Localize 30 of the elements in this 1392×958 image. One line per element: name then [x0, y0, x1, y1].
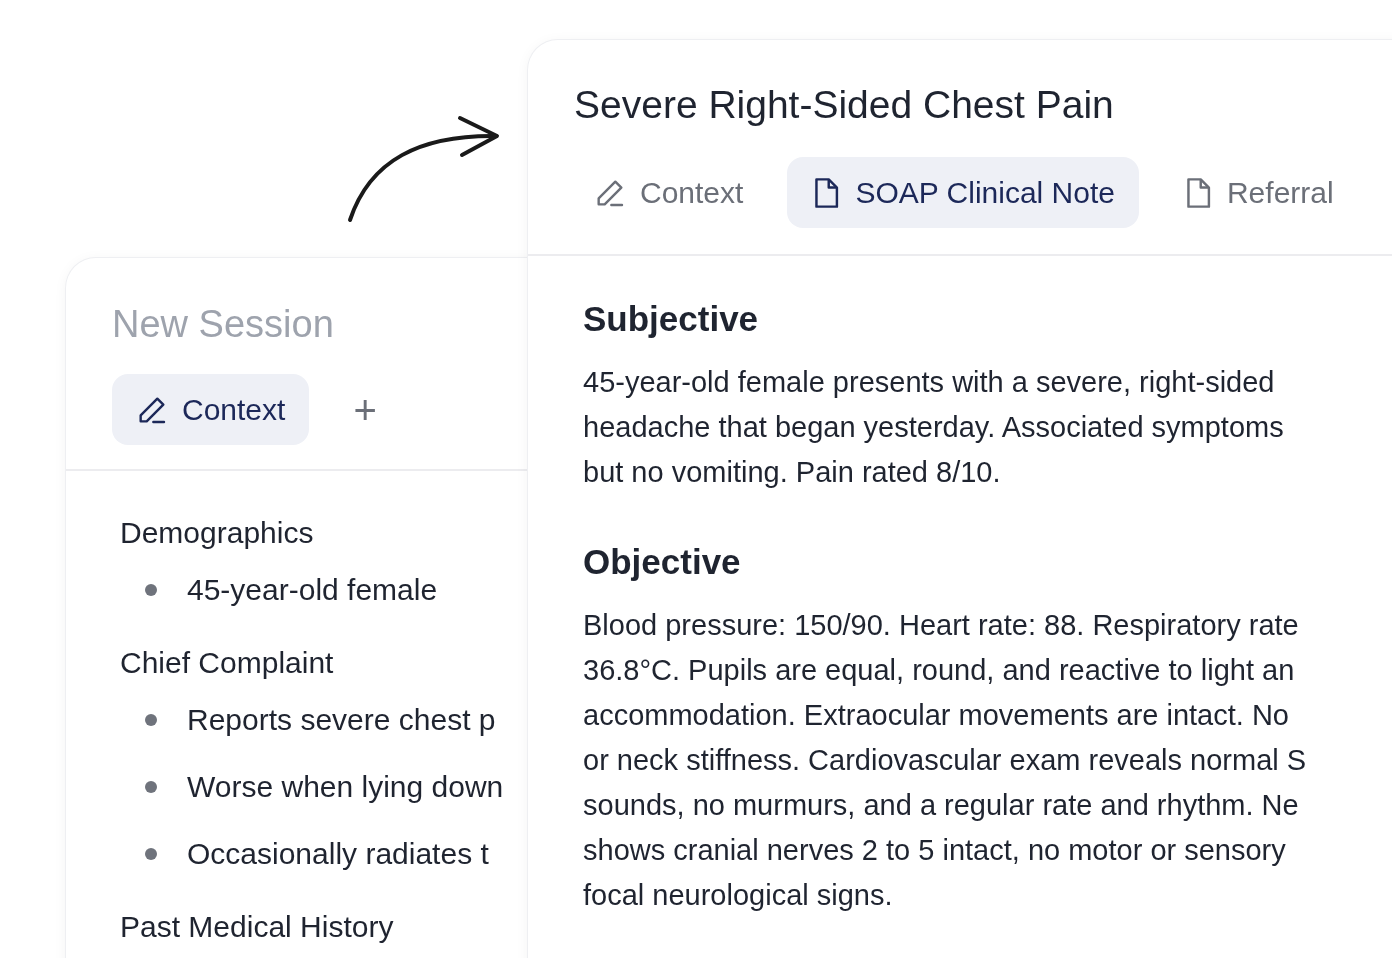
- session-title: New Session: [112, 302, 334, 347]
- tab[interactable]: Referral: [1158, 157, 1358, 228]
- list-item-text: Worse when lying down: [187, 769, 504, 804]
- list-item-text: Reports severe chest p: [187, 702, 496, 737]
- section-heading: Objective: [583, 541, 742, 583]
- context-tab[interactable]: Context: [112, 374, 310, 445]
- list-item-text: 45-year-old female: [187, 572, 438, 607]
- note-text-line: focal neurological signs.: [583, 878, 894, 913]
- bullet-icon: [145, 583, 157, 596]
- note-text-line: 36.8°C. Pupils are equal, round, and reactive to light an: [583, 653, 1296, 688]
- note-text-line: Blood pressure: 150/90. Heart rate: 88. Respiratory rate: [583, 608, 1300, 643]
- note-text-line: sounds, no murmurs, and a regular rate and rhythm. Ne: [583, 788, 1300, 823]
- bullet-icon: [145, 847, 157, 860]
- note-text-line: 45-year-old female presents with a severe, right-sided: [583, 365, 1276, 400]
- bullet-icon: [145, 780, 157, 793]
- note-text-line: or neck stiffness. Cardiovascular exam reveals normal S: [583, 743, 1308, 778]
- section-heading: Past Medical History: [120, 909, 394, 945]
- section-heading: Subjective: [583, 298, 760, 340]
- note-title: Severe Right-Sided Chest Pain: [574, 82, 1115, 128]
- list-item-text: Occasionally radiates t: [187, 836, 489, 871]
- bullet-icon: [145, 713, 157, 726]
- tab[interactable]: SOAP Clinical Note: [787, 157, 1139, 228]
- note-text-line: accommodation. Extraocular movements are intact. No: [583, 698, 1290, 733]
- note-text-line: but no vomiting. Pain rated 8/10.: [583, 455, 1002, 490]
- section-heading: Chief Complaint: [120, 645, 334, 681]
- note-text-line: headache that began yesterday. Associated symptoms: [583, 410, 1285, 445]
- add-button[interactable]: +: [345, 389, 385, 430]
- section-heading: Demographics: [120, 515, 314, 551]
- note-text-line: shows cranial nerves 2 to 5 intact, no motor or sensory: [583, 833, 1287, 868]
- tab[interactable]: Context: [570, 157, 768, 228]
